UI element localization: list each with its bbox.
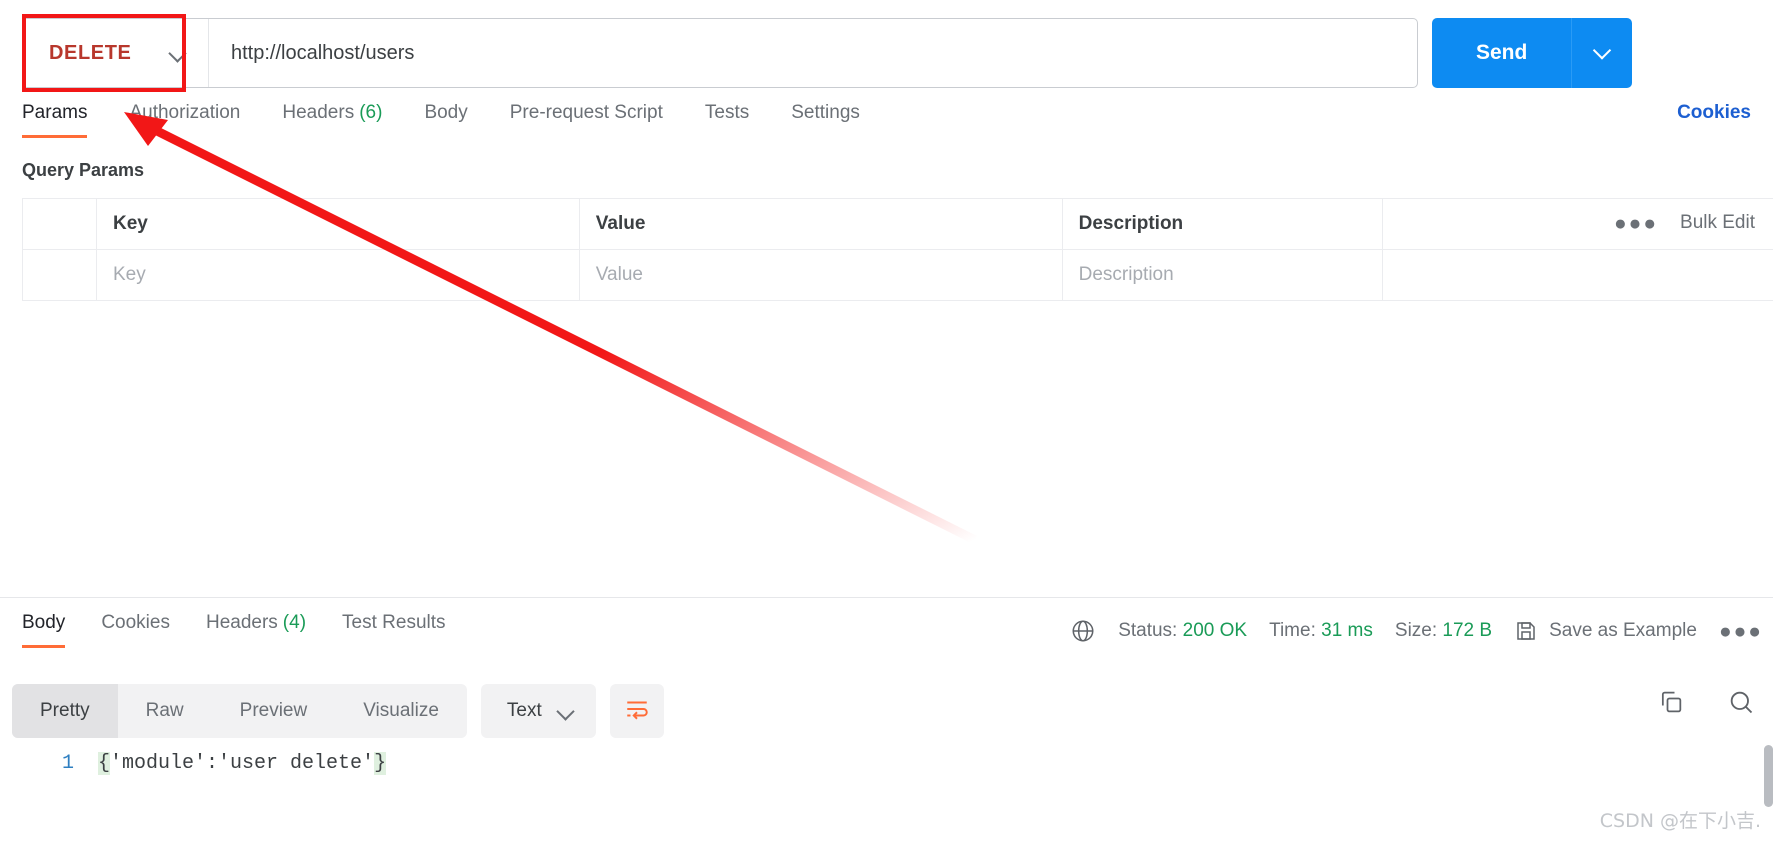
response-tab-headers-count: (4)	[282, 612, 307, 633]
response-divider	[0, 597, 1773, 598]
save-as-example-button[interactable]: Save as Example	[1514, 619, 1697, 643]
tab-authorization-label: Authorization	[129, 102, 241, 123]
send-options-button[interactable]	[1571, 18, 1632, 88]
tab-body-label: Body	[424, 102, 468, 123]
table-row: Key Value Description	[22, 249, 1773, 301]
time-value: 31 ms	[1321, 620, 1373, 641]
globe-icon[interactable]	[1070, 618, 1096, 644]
response-tab-test-results-label: Test Results	[342, 612, 446, 633]
line-number: 1	[61, 752, 74, 775]
word-wrap-icon	[624, 696, 650, 727]
format-pretty-button[interactable]: Pretty	[12, 684, 118, 738]
param-value-input[interactable]: Value	[578, 249, 1063, 301]
tab-settings[interactable]: Settings	[791, 102, 860, 134]
time-label: Time:	[1269, 620, 1316, 641]
tab-headers-label: Headers	[282, 102, 355, 123]
save-as-example-label: Save as Example	[1549, 620, 1697, 641]
response-body-actions	[1657, 688, 1755, 716]
cookies-link[interactable]: Cookies	[1677, 102, 1751, 124]
copy-icon[interactable]	[1657, 688, 1685, 716]
format-preview-button[interactable]: Preview	[212, 684, 336, 738]
tab-settings-label: Settings	[791, 102, 860, 123]
response-tab-headers-label: Headers	[205, 612, 278, 633]
http-method-label: DELETE	[49, 41, 132, 64]
tab-tests[interactable]: Tests	[705, 102, 749, 134]
ellipsis-icon[interactable]: ●●●	[1614, 213, 1658, 234]
response-tab-test-results[interactable]: Test Results	[342, 612, 445, 644]
query-params-table: Key Value Description ●●● Bulk Edit Key …	[22, 198, 1773, 301]
format-segmented-control: Pretty Raw Preview Visualize	[12, 684, 467, 738]
row-checkbox-cell[interactable]	[22, 249, 97, 301]
close-brace: }	[374, 752, 387, 775]
tab-pre-request-script[interactable]: Pre-request Script	[510, 102, 663, 134]
response-format-toolbar: Pretty Raw Preview Visualize Text	[12, 684, 664, 738]
row-actions-cell	[1381, 249, 1773, 301]
tab-pre-request-script-label: Pre-request Script	[509, 102, 663, 123]
url-box: DELETE	[22, 18, 1418, 88]
send-button[interactable]: Send	[1432, 18, 1572, 88]
code-content: 'module':'user delete'	[110, 752, 375, 775]
open-brace: {	[98, 752, 111, 775]
tab-authorization[interactable]: Authorization	[129, 102, 240, 134]
tab-tests-label: Tests	[704, 102, 750, 123]
vertical-scrollbar[interactable]	[1764, 745, 1773, 807]
table-header-row: Key Value Description ●●● Bulk Edit	[22, 198, 1773, 250]
header-checkbox-cell	[22, 198, 97, 250]
status-value: 200 OK	[1182, 620, 1248, 641]
content-type-label: Text	[506, 700, 542, 721]
response-body-code[interactable]: 1 {'module':'user delete'}	[0, 752, 1773, 812]
response-more-icon[interactable]: ●●●	[1719, 621, 1763, 642]
chevron-down-icon	[170, 45, 186, 61]
param-key-input[interactable]: Key	[95, 249, 580, 301]
tab-params[interactable]: Params	[22, 102, 88, 138]
status-group: Status: 200 OK	[1118, 620, 1247, 642]
time-group: Time: 31 ms	[1269, 620, 1373, 642]
search-icon[interactable]	[1727, 688, 1755, 716]
format-visualize-button[interactable]: Visualize	[335, 684, 467, 738]
response-tab-cookies-label: Cookies	[101, 612, 170, 633]
tab-headers-count: (6)	[359, 102, 383, 123]
response-tab-body[interactable]: Body	[22, 612, 66, 648]
query-params-title: Query Params	[22, 160, 145, 180]
table-actions-cell: ●●● Bulk Edit	[1381, 198, 1773, 250]
param-description-input[interactable]: Description	[1061, 249, 1383, 301]
csdn-watermark: CSDN @在下小吉.	[1599, 810, 1761, 832]
url-input[interactable]	[209, 19, 1417, 87]
request-url-bar: DELETE Send	[22, 18, 1773, 88]
column-header-key: Key	[95, 198, 580, 250]
floppy-disk-icon	[1514, 619, 1538, 643]
tab-body[interactable]: Body	[424, 102, 467, 134]
tab-params-label: Params	[22, 102, 88, 123]
word-wrap-button[interactable]	[609, 684, 664, 738]
size-label: Size:	[1394, 620, 1438, 641]
response-tab-cookies[interactable]: Cookies	[101, 612, 170, 644]
format-raw-button[interactable]: Raw	[118, 684, 212, 738]
code-line-1: {'module':'user delete'}	[98, 752, 387, 775]
content-type-dropdown[interactable]: Text	[480, 684, 596, 738]
response-tab-headers[interactable]: Headers (4)	[206, 612, 306, 644]
response-tab-body-label: Body	[22, 612, 66, 633]
bulk-edit-button[interactable]: Bulk Edit	[1680, 212, 1755, 234]
status-label: Status:	[1118, 620, 1178, 641]
column-header-description: Description	[1061, 198, 1383, 250]
response-meta-bar: Status: 200 OK Time: 31 ms Size: 172 B S…	[1070, 618, 1763, 644]
request-tabs: Params Authorization Headers (6) Body Pre…	[0, 102, 1773, 146]
response-tabs: Body Cookies Headers (4) Test Results	[22, 612, 482, 648]
size-value: 172 B	[1442, 620, 1493, 641]
chevron-down-icon	[558, 703, 574, 719]
size-group: Size: 172 B	[1395, 620, 1492, 642]
http-method-select[interactable]: DELETE	[23, 19, 209, 87]
column-header-value: Value	[578, 198, 1063, 250]
tab-headers[interactable]: Headers (6)	[282, 102, 382, 134]
send-button-group: Send	[1432, 18, 1632, 88]
